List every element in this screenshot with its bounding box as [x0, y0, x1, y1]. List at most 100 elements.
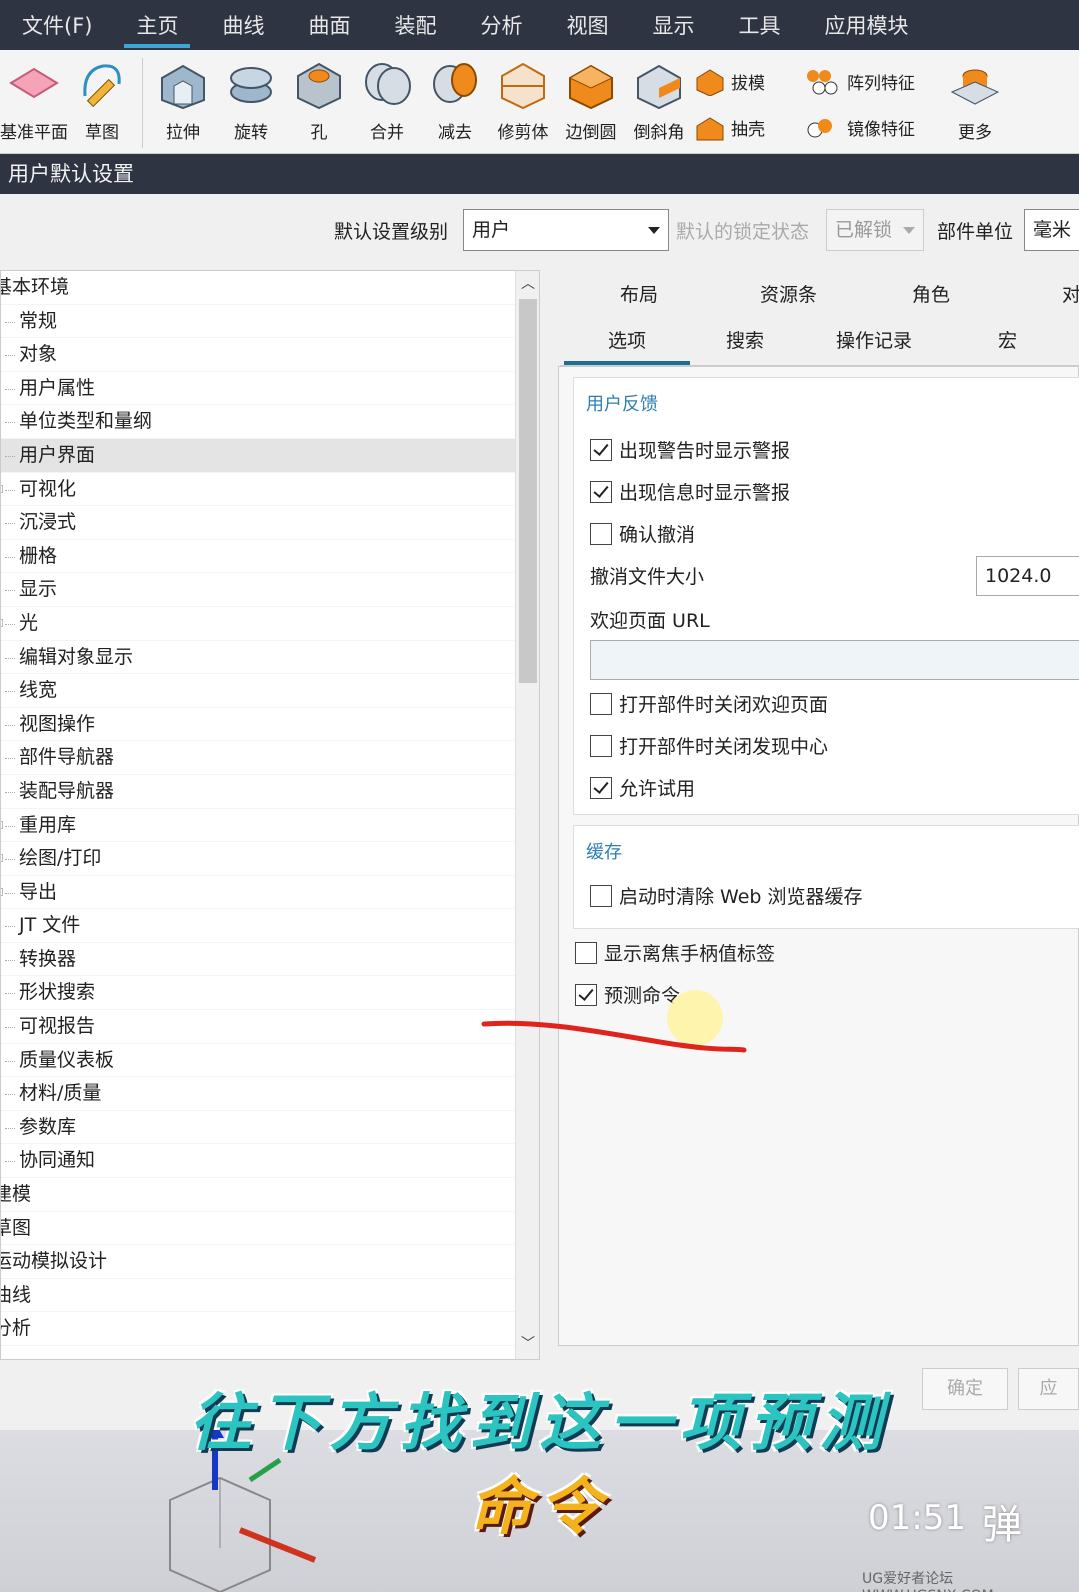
part-unit-value: 毫米 — [1033, 219, 1072, 241]
confirm-undo-checkbox[interactable]: 确认撤消 — [590, 520, 695, 547]
checkbox-box[interactable] — [590, 884, 612, 907]
menu-item[interactable]: 装配 — [372, 0, 458, 50]
welcome-url-input[interactable] — [590, 640, 1079, 680]
tree-item[interactable]: 装配导航器 — [1, 775, 539, 809]
more-button[interactable]: 更多 — [943, 50, 1007, 143]
menu-item[interactable]: 显示 — [630, 0, 716, 50]
level-select[interactable]: 用户 — [463, 209, 669, 251]
scroll-thumb[interactable] — [519, 299, 537, 683]
tab-layout[interactable]: 布局 — [620, 280, 658, 307]
checkbox-box[interactable] — [590, 776, 612, 799]
tree-root-item[interactable]: 建模 — [1, 1178, 539, 1212]
tree-item[interactable]: 编辑对象显示 — [1, 641, 539, 675]
tree-item[interactable]: 栅格 — [1, 540, 539, 574]
tree-item[interactable]: JT 文件 — [1, 909, 539, 943]
datum-plane-button[interactable]: 基准平面 — [0, 50, 68, 143]
tree-item[interactable]: 用户属性 — [1, 372, 539, 406]
tree-item[interactable]: 对象 — [1, 338, 539, 372]
pattern-feature-button[interactable]: 阵列特征 — [803, 58, 943, 104]
checkbox-box[interactable] — [590, 692, 612, 715]
tree-item[interactable]: 沉浸式 — [1, 506, 539, 540]
menu-item[interactable]: 应用模块 — [802, 0, 930, 50]
close-welcome-checkbox[interactable]: 打开部件时关闭欢迎页面 — [590, 690, 828, 717]
checkbox-box[interactable] — [590, 438, 612, 461]
tree-item[interactable]: 常规 — [1, 305, 539, 339]
tree-item[interactable]: 质量仪表板 — [1, 1044, 539, 1078]
tab-journal[interactable]: 操作记录 — [836, 326, 912, 353]
tree-root-item[interactable]: 基本环境 — [1, 271, 539, 305]
danmu-toggle[interactable]: 弹 — [982, 1492, 1022, 1550]
tab-resource-bar[interactable]: 资源条 — [760, 280, 817, 307]
tree-item[interactable]: 光 — [1, 607, 539, 641]
menu-item[interactable]: 视图 — [544, 0, 630, 50]
undo-size-input[interactable]: 1024.0 — [976, 556, 1079, 596]
allow-trial-checkbox[interactable]: 允许试用 — [590, 774, 695, 801]
tree-item[interactable]: 材料/质量 — [1, 1077, 539, 1111]
warn-alert-checkbox[interactable]: 出现警告时显示警报 — [590, 436, 790, 463]
tree-item[interactable]: 部件导航器 — [1, 741, 539, 775]
menu-item[interactable]: 工具 — [716, 0, 802, 50]
clear-web-cache-checkbox[interactable]: 启动时清除 Web 浏览器缓存 — [590, 882, 863, 909]
checkbox-box[interactable] — [575, 941, 597, 964]
trim-body-button[interactable]: 修剪体 — [489, 50, 557, 143]
part-unit-select[interactable]: 毫米 — [1024, 209, 1079, 251]
tree-scrollbar[interactable]: ︿ ﹀ — [515, 271, 539, 1359]
tree-item[interactable]: 重用库 — [1, 809, 539, 843]
tab-options[interactable]: 选项 — [563, 326, 691, 365]
menu-item[interactable]: 曲线 — [200, 0, 286, 50]
expand-icon[interactable] — [1, 820, 3, 829]
menu-item[interactable]: 文件(F) — [0, 0, 114, 50]
shell-button[interactable]: 抽壳 — [693, 104, 803, 150]
expand-icon[interactable] — [1, 484, 3, 493]
hole-button[interactable]: 孔 — [285, 50, 353, 143]
close-discovery-label: 打开部件时关闭发现中心 — [619, 736, 829, 758]
draft-button[interactable]: 拔模 — [693, 58, 803, 104]
revolve-button[interactable]: 旋转 — [217, 50, 285, 143]
close-welcome-label: 打开部件时关闭欢迎页面 — [619, 694, 829, 716]
scroll-down-icon[interactable]: ﹀ — [521, 1337, 535, 1351]
tree-item[interactable]: 协同通知 — [1, 1144, 539, 1179]
unite-button[interactable]: 合并 — [353, 50, 421, 143]
tree-item[interactable]: 绘图/打印 — [1, 842, 539, 876]
tree-item[interactable]: 视图操作 — [1, 708, 539, 742]
extrude-button[interactable]: 拉伸 — [149, 50, 217, 143]
tree-root-item[interactable]: 运动模拟设计 — [1, 1245, 539, 1279]
chamfer-button[interactable]: 倒斜角 — [625, 50, 693, 143]
tab-roles[interactable]: 角色 — [912, 280, 950, 307]
close-discovery-checkbox[interactable]: 打开部件时关闭发现中心 — [590, 732, 828, 759]
checkbox-box[interactable] — [590, 522, 612, 545]
tree-item[interactable]: 导出 — [1, 876, 539, 910]
menu-item[interactable]: 分析 — [458, 0, 544, 50]
tree-item[interactable]: 形状搜索 — [1, 976, 539, 1011]
menu-item[interactable]: 主页 — [114, 0, 200, 50]
menu-item[interactable]: 曲面 — [286, 0, 372, 50]
sketch-button[interactable]: 草图 — [68, 50, 136, 143]
mirror-feature-label: 镜像特征 — [847, 119, 915, 140]
tree-item[interactable]: 可视报告 — [1, 1010, 539, 1044]
tab-dialog[interactable]: 对 — [1062, 280, 1079, 307]
tree-item[interactable]: 单位类型和量纲 — [1, 405, 539, 439]
tree-item[interactable]: 参数库 — [1, 1111, 539, 1145]
edge-blend-button[interactable]: 边倒圆 — [557, 50, 625, 143]
tree-item[interactable]: 转换器 — [1, 943, 539, 977]
tree-item[interactable]: 显示 — [1, 573, 539, 607]
tree-item[interactable]: 用户界面 — [1, 438, 539, 473]
tree-root-item[interactable]: 分析 — [1, 1312, 539, 1346]
expand-icon[interactable] — [1, 854, 3, 863]
mirror-feature-button[interactable]: 镜像特征 — [803, 104, 943, 150]
tree-root-item[interactable]: 草图 — [1, 1212, 539, 1246]
scroll-up-icon[interactable]: ︿ — [521, 277, 535, 291]
expand-icon[interactable] — [1, 618, 3, 627]
checkbox-box[interactable] — [590, 734, 612, 757]
tree-item[interactable]: 线宽 — [1, 674, 539, 708]
tab-macro[interactable]: 宏 — [998, 326, 1017, 353]
checkbox-box[interactable] — [590, 480, 612, 503]
tree-item[interactable]: 可视化 — [1, 473, 539, 507]
tree-root-item[interactable]: 曲线 — [1, 1279, 539, 1313]
subtract-label: 减去 — [438, 123, 472, 143]
info-alert-checkbox[interactable]: 出现信息时显示警报 — [590, 478, 790, 505]
focus-handle-checkbox[interactable]: 显示离焦手柄值标签 — [575, 939, 775, 966]
tab-search[interactable]: 搜索 — [726, 326, 764, 353]
expand-icon[interactable] — [1, 887, 3, 896]
subtract-button[interactable]: 减去 — [421, 50, 489, 143]
